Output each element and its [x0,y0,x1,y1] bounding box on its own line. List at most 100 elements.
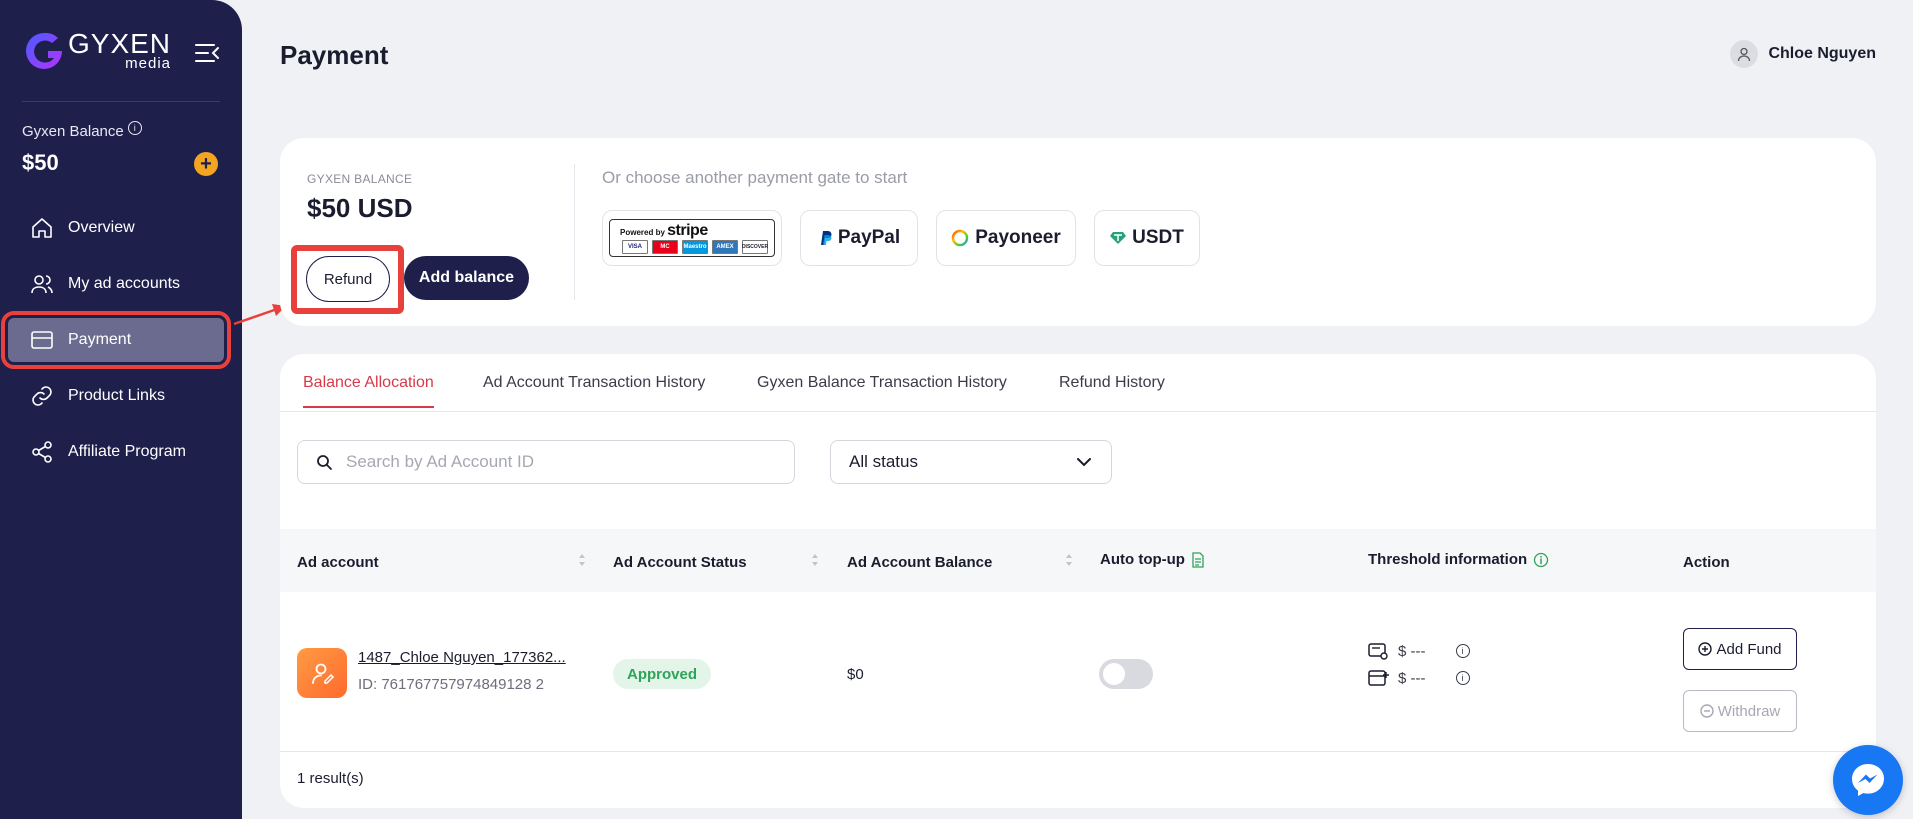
sidebar-item-product-links[interactable]: Product Links [12,374,230,418]
user-menu[interactable]: Chloe Nguyen [1730,40,1876,68]
ad-account-name-link[interactable]: 1487_Chloe Nguyen_177362... [358,649,566,666]
result-count: 1 result(s) [297,770,364,787]
sidebar-item-my-ad-accounts[interactable]: My ad accounts [12,262,230,306]
tab-ad-account-transaction-history[interactable]: Ad Account Transaction History [483,374,705,406]
usdt-gate-button[interactable]: USDT [1094,210,1200,266]
tab-gyxen-balance-transaction-history[interactable]: Gyxen Balance Transaction History [757,374,1007,406]
messenger-icon [1852,764,1884,796]
tab-balance-allocation[interactable]: Balance Allocation [303,374,434,408]
sort-icon[interactable] [577,551,587,569]
payoneer-gate-button[interactable]: Payoneer [936,210,1076,266]
sidebar-nav: Overview My ad accounts Payment Product … [0,206,242,486]
sidebar-balance-value: $50 [22,150,59,175]
allocation-card: Balance Allocation Ad Account Transactio… [280,354,1876,808]
search-field[interactable] [297,440,795,484]
threshold-line-2: $ --- i [1368,669,1470,687]
amex-icon: AMEX [712,240,738,254]
col-auto-topup: Auto top-up [1100,551,1205,568]
info-icon[interactable]: i [1455,644,1470,658]
stripe-logo: Powered by stripe VISA MC Maestro AMEX D… [609,219,775,257]
add-balance-plus-icon[interactable]: + [194,152,218,176]
sidebar-item-label: My ad accounts [68,275,181,292]
col-action: Action [1683,554,1730,571]
link-icon [32,386,52,406]
sidebar-item-affiliate-program[interactable]: Affiliate Program [12,430,230,474]
share-icon [32,441,52,463]
gyxen-logo-icon [26,32,62,69]
withdraw-label: Withdraw [1717,702,1781,720]
withdraw-button[interactable]: Withdraw [1683,690,1797,732]
sidebar-item-label: Payment [68,331,132,348]
tab-bar: Balance Allocation Ad Account Transactio… [280,354,1876,412]
add-balance-button[interactable]: Add balance [404,256,529,300]
sidebar-balance-label: Gyxen Balance i [22,120,142,140]
card-brands: VISA MC Maestro AMEX DISCOVER [622,240,768,254]
col-ad-account-balance[interactable]: Ad Account Balance [847,554,992,571]
search-input[interactable] [346,452,766,472]
usdt-label: USDT [1132,227,1184,248]
brand-logo[interactable]: GYXEN media [24,30,171,71]
ad-account-avatar [297,648,347,698]
sidebar: GYXEN media Gyxen Balance i $50 + Overvi… [0,0,242,819]
sidebar-item-payment[interactable]: Payment [1,311,231,369]
brand-name: GYXEN [68,28,172,59]
info-icon[interactable] [1533,552,1549,568]
messenger-chat-button[interactable] [1833,745,1903,815]
tether-icon [1110,232,1127,244]
avatar [1730,40,1759,68]
mastercard-icon: MC [652,240,678,254]
sort-icon[interactable] [810,551,820,569]
table-header: Ad account Ad Account Status Ad Account … [280,529,1876,592]
stripe-powered-by: Powered by [620,228,665,237]
collapse-menu-icon[interactable] [194,42,220,64]
col-ad-account[interactable]: Ad account [297,554,379,571]
add-fund-label: Add Fund [1716,640,1782,658]
tab-refund-history[interactable]: Refund History [1059,374,1165,406]
card-icon [31,331,53,349]
payment-gates: Powered by stripe VISA MC Maestro AMEX D… [602,210,1200,266]
sidebar-item-label: Product Links [68,387,165,404]
stripe-brand: stripe [667,222,708,239]
status-badge: Approved [613,659,712,689]
sort-icon[interactable] [1064,551,1074,569]
visa-icon: VISA [622,240,648,254]
document-icon[interactable] [1191,551,1205,568]
page-title: Payment [280,40,389,70]
threshold-line-1: $ --- i [1368,642,1470,660]
status-select[interactable]: All status [830,440,1112,484]
info-icon[interactable]: i [1455,671,1470,685]
users-icon [31,275,53,294]
paypal-icon [820,231,832,245]
discover-icon: DISCOVER [742,240,768,254]
add-fund-button[interactable]: Add Fund [1683,628,1797,670]
col-ad-account-status[interactable]: Ad Account Status [613,554,747,571]
search-icon [317,455,332,470]
sidebar-divider [22,101,220,102]
home-icon [32,218,52,238]
stripe-gate-button[interactable]: Powered by stripe VISA MC Maestro AMEX D… [602,210,782,266]
payoneer-icon [951,229,969,247]
threshold-value-1: $ --- [1398,642,1426,660]
auto-topup-toggle[interactable] [1099,659,1153,689]
col-threshold-label: Threshold information [1368,551,1528,568]
user-name: Chloe Nguyen [1768,45,1876,62]
sidebar-item-label: Overview [68,219,135,236]
card-divider [574,164,575,300]
ad-account-balance: $0 [847,666,864,683]
col-threshold-information: Threshold information [1368,551,1549,568]
status-select-value: All status [849,452,918,471]
paypal-gate-button[interactable]: PayPal [800,210,918,266]
refund-button[interactable]: Refund [306,256,390,302]
plus-circle-icon [1698,642,1713,656]
gyxen-balance-label: GYXEN BALANCE [307,172,413,186]
table-row: 1487_Chloe Nguyen_177362... ID: 76176775… [280,592,1876,752]
payoneer-label: Payoneer [975,227,1061,248]
info-icon[interactable]: i [127,120,142,135]
sidebar-item-overview[interactable]: Overview [12,206,230,250]
wallet-low-icon [1368,643,1388,660]
ad-account-id: ID: 761767757974849128 2 [358,676,545,693]
user-icon [312,663,335,684]
maestro-icon: Maestro [682,240,708,254]
chevron-down-icon [1077,457,1091,466]
payment-gate-prompt: Or choose another payment gate to start [602,168,908,187]
